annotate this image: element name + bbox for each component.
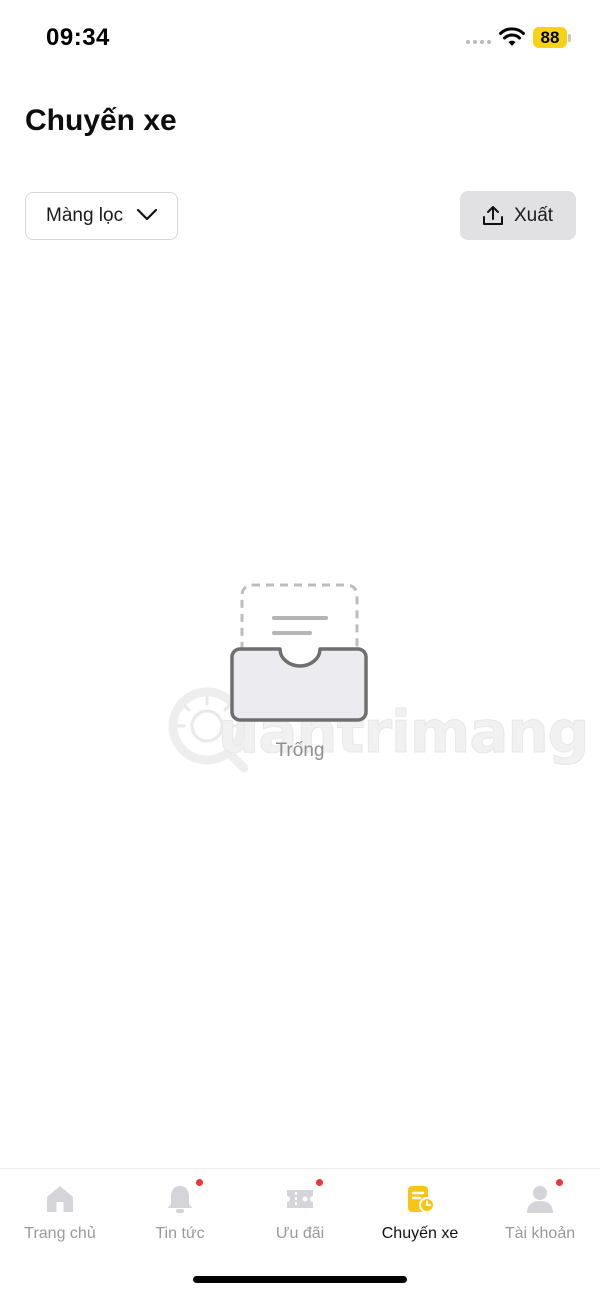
status-time: 09:34 (46, 24, 110, 51)
tab-trips[interactable]: Chuyến xe (360, 1183, 480, 1253)
tab-trips-label: Chuyến xe (381, 1225, 459, 1242)
tab-news-label: Tin tức (155, 1225, 205, 1242)
upload-icon (483, 205, 503, 225)
page-title: Chuyến xe (25, 104, 177, 137)
wifi-icon (499, 27, 525, 46)
battery-indicator: 88 (533, 27, 567, 48)
tab-account-label: Tài khoản (504, 1225, 576, 1242)
battery-tip (568, 34, 571, 42)
notification-badge (316, 1179, 323, 1186)
tab-home-label: Trang chủ (24, 1225, 96, 1242)
cellular-signal-icon (466, 40, 491, 44)
user-icon (527, 1186, 553, 1213)
bell-icon (168, 1186, 192, 1213)
empty-box-icon (230, 583, 368, 722)
status-bar: 09:34 88 (0, 0, 600, 76)
notification-badge (196, 1179, 203, 1186)
filter-dropdown-button[interactable]: Màng lọc (25, 192, 178, 240)
tab-offers[interactable]: Ưu đãi (240, 1179, 360, 1253)
tab-offers-label: Ưu đãi (275, 1225, 325, 1242)
home-icon (47, 1186, 73, 1212)
empty-state-label: Trống (275, 740, 325, 761)
export-label: Xuất (514, 204, 554, 226)
chevron-down-icon (136, 208, 158, 221)
tab-news[interactable]: Tin tức (120, 1179, 240, 1253)
tab-account[interactable]: Tài khoản (480, 1179, 600, 1253)
tab-home[interactable]: Trang chủ (0, 1183, 120, 1253)
notification-badge (556, 1179, 563, 1186)
ticket-icon (287, 1190, 313, 1208)
export-button[interactable]: Xuất (460, 191, 576, 240)
trip-history-icon (408, 1186, 435, 1213)
home-indicator (193, 1276, 407, 1283)
filter-label: Màng lọc (46, 205, 124, 226)
